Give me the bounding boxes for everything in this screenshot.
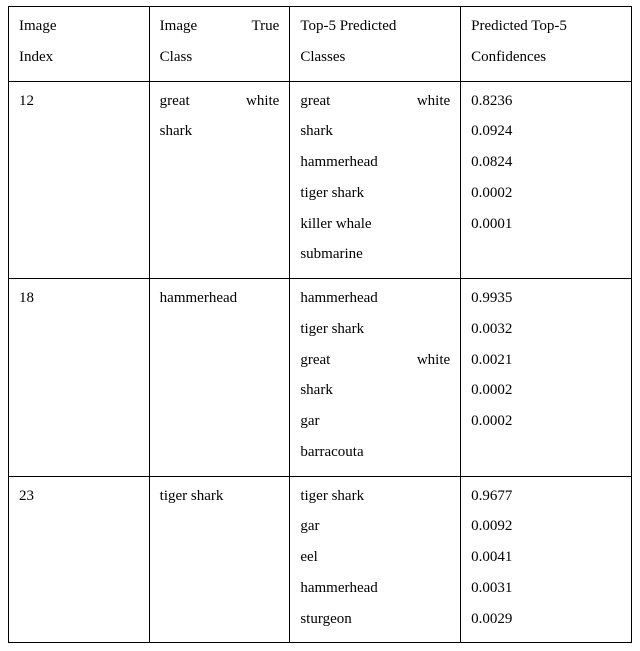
- header-image-index: Image Index: [9, 7, 150, 82]
- cell-predicted-classes: hammerheadtiger sharkgreatwhitesharkgarb…: [290, 279, 461, 477]
- cell-image-index: 12: [9, 81, 150, 279]
- table-row: 12greatwhitesharkgreatwhitesharkhammerhe…: [9, 81, 632, 279]
- table-header-row: Image Index Image True Class Top-5 Predi…: [9, 7, 632, 82]
- cell-confidences: 0.99350.00320.00210.00020.0002: [461, 279, 632, 477]
- cell-true-class: greatwhiteshark: [149, 81, 290, 279]
- cell-image-index: 18: [9, 279, 150, 477]
- cell-predicted-classes: tiger sharkgareelhammerheadsturgeon: [290, 476, 461, 643]
- cell-predicted-classes: greatwhitesharkhammerheadtiger sharkkill…: [290, 81, 461, 279]
- table-row: 18hammerheadhammerheadtiger sharkgreatwh…: [9, 279, 632, 477]
- predictions-table: Image Index Image True Class Top-5 Predi…: [8, 6, 632, 643]
- header-true-class: Image True Class: [149, 7, 290, 82]
- cell-true-class: hammerhead: [149, 279, 290, 477]
- header-confidences: Predicted Top-5 Confidences: [461, 7, 632, 82]
- cell-true-class: tiger shark: [149, 476, 290, 643]
- cell-confidences: 0.82360.09240.08240.00020.0001: [461, 81, 632, 279]
- header-predicted-classes: Top-5 Predicted Classes: [290, 7, 461, 82]
- cell-confidences: 0.96770.00920.00410.00310.0029: [461, 476, 632, 643]
- cell-image-index: 23: [9, 476, 150, 643]
- table-row: 23tiger sharktiger sharkgareelhammerhead…: [9, 476, 632, 643]
